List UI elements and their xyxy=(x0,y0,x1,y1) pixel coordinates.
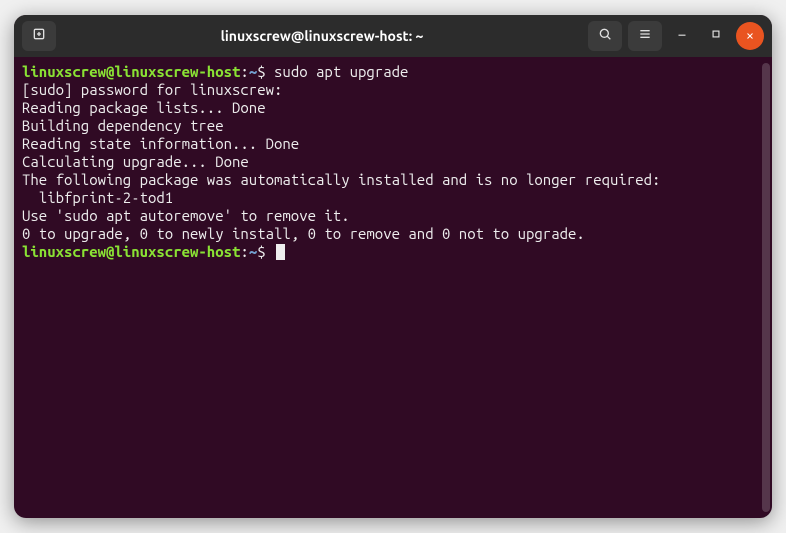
minimize-icon xyxy=(675,27,689,45)
output-line: Calculating upgrade... Done xyxy=(22,153,764,171)
close-button[interactable] xyxy=(736,22,764,50)
output-line: Building dependency tree xyxy=(22,117,764,135)
search-button[interactable] xyxy=(588,21,622,51)
prompt-userhost: linuxscrew@linuxscrew-host xyxy=(22,243,240,260)
new-tab-icon xyxy=(31,26,47,46)
prompt-symbol: $ xyxy=(257,63,274,80)
output-line: The following package was automatically … xyxy=(22,171,764,189)
search-icon xyxy=(597,26,613,46)
output-line: 0 to upgrade, 0 to newly install, 0 to r… xyxy=(22,225,764,243)
minimize-button[interactable] xyxy=(668,22,696,50)
prompt-userhost: linuxscrew@linuxscrew-host xyxy=(22,63,240,80)
prompt-line: linuxscrew@linuxscrew-host:~$ xyxy=(22,243,764,261)
output-line: [sudo] password for linuxscrew: xyxy=(22,81,764,99)
scrollbar[interactable] xyxy=(762,63,770,512)
window-title: linuxscrew@linuxscrew-host: ~ xyxy=(62,28,582,44)
prompt-colon: : xyxy=(240,243,248,260)
output-line: libfprint-2-tod1 xyxy=(22,189,764,207)
prompt-path: ~ xyxy=(249,63,257,80)
prompt-colon: : xyxy=(240,63,248,80)
terminal-window: linuxscrew@linuxscrew-host: ~ xyxy=(14,15,772,518)
output-line: Reading state information... Done xyxy=(22,135,764,153)
maximize-icon xyxy=(709,27,723,45)
hamburger-icon xyxy=(637,26,653,46)
output-line: Reading package lists... Done xyxy=(22,99,764,117)
titlebar: linuxscrew@linuxscrew-host: ~ xyxy=(14,15,772,57)
new-tab-button[interactable] xyxy=(22,21,56,51)
cursor xyxy=(276,244,285,260)
output-line: Use 'sudo apt autoremove' to remove it. xyxy=(22,207,764,225)
prompt-line: linuxscrew@linuxscrew-host:~$ sudo apt u… xyxy=(22,63,764,81)
close-icon xyxy=(745,27,755,45)
scrollbar-thumb[interactable] xyxy=(762,63,770,512)
command-text: sudo apt upgrade xyxy=(274,63,408,80)
prompt-symbol: $ xyxy=(257,243,274,260)
titlebar-right-controls xyxy=(588,21,764,51)
terminal-body[interactable]: linuxscrew@linuxscrew-host:~$ sudo apt u… xyxy=(14,57,772,518)
menu-button[interactable] xyxy=(628,21,662,51)
maximize-button[interactable] xyxy=(702,22,730,50)
prompt-path: ~ xyxy=(249,243,257,260)
